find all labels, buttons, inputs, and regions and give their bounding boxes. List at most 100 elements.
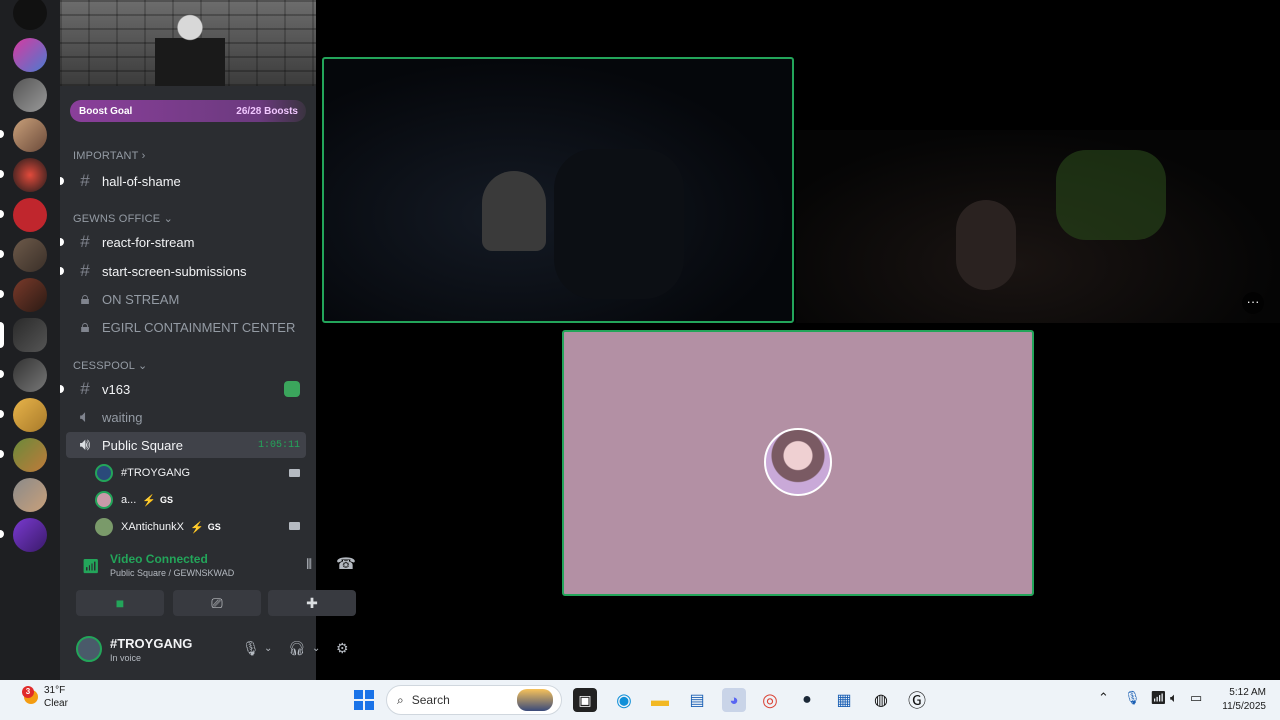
unread-pill xyxy=(0,410,4,418)
windows-logo-icon xyxy=(354,690,374,710)
category-cesspool[interactable]: CESSPOOL ⌄ xyxy=(73,359,147,372)
server-icon-home[interactable] xyxy=(13,0,47,30)
steam-icon[interactable]: ● xyxy=(795,688,819,712)
voice-status-subtitle[interactable]: Public Square / GEWNSKWAD xyxy=(110,568,234,578)
edge-icon[interactable]: ◉ xyxy=(612,688,636,712)
channel-label: start-screen-submissions xyxy=(102,263,247,279)
weather-widget[interactable]: 3 31°F Clear xyxy=(22,684,68,710)
clock-date: 11/5/2025 xyxy=(1222,701,1266,712)
headphones-icon[interactable]: 🎧︎ xyxy=(288,640,306,657)
notepad-icon[interactable]: ▦ xyxy=(832,688,856,712)
wifi-icon[interactable]: 📶︎ xyxy=(1150,690,1167,706)
bolt-icon: ⚡ xyxy=(189,521,204,534)
unread-pill xyxy=(0,210,4,218)
microphone-icon[interactable]: 🎙︎ xyxy=(1124,690,1141,706)
taskbar-search[interactable]: ⌕ Search xyxy=(386,685,562,715)
disconnect-icon[interactable]: ☎︎ xyxy=(336,554,356,574)
unread-dot xyxy=(60,177,64,185)
file-explorer-icon[interactable]: ▬ xyxy=(648,688,672,712)
avatar[interactable] xyxy=(76,636,102,662)
channel-label: v163 xyxy=(102,381,131,397)
store-icon[interactable]: ▤ xyxy=(685,688,709,712)
server-icon-1[interactable] xyxy=(13,38,47,72)
chrome-icon[interactable]: ◎ xyxy=(758,688,782,712)
server-icon-7[interactable] xyxy=(13,278,47,312)
search-icon: ⌕ xyxy=(397,692,404,707)
sun-icon: 3 xyxy=(22,686,38,704)
unread-pill xyxy=(0,130,4,138)
voice-connection-panel: 📶︎ Video Connected Public Square / GEWNS… xyxy=(68,544,358,626)
audio-only-tile[interactable] xyxy=(562,330,1034,596)
server-icon-2[interactable] xyxy=(13,78,47,112)
task-view-icon[interactable]: ▣ xyxy=(573,688,597,712)
video-tile[interactable] xyxy=(796,130,1280,323)
channel-public-square[interactable]: 🔊︎ Public Square 1:05:11 xyxy=(66,432,306,458)
server-icon-3[interactable] xyxy=(13,118,47,152)
activity-icon[interactable] xyxy=(284,381,300,397)
g-app-icon[interactable]: Ⓖ xyxy=(905,688,929,712)
channel-egirl-containment-center[interactable]: 🔒︎ EGIRL CONTAINMENT CENTER xyxy=(66,314,306,340)
channel-on-stream[interactable]: 🔒︎ ON STREAM xyxy=(66,286,306,312)
channel-waiting[interactable]: 🔈︎ waiting xyxy=(66,404,306,430)
clock[interactable]: 5:12 AM 11/5/2025 xyxy=(1214,686,1266,714)
start-button[interactable] xyxy=(352,688,376,712)
server-icon-12[interactable] xyxy=(13,478,47,512)
user-panel: #TROYGANG In voice 🎙︎ ⌄ 🎧︎ ⌄ ⚙ xyxy=(68,628,368,674)
call-timer: 1:05:11 xyxy=(257,439,300,451)
channel-start-screen-submissions[interactable]: # start-screen-submissions xyxy=(60,258,306,284)
lock-icon: 🔒︎ xyxy=(80,289,90,308)
obs-icon[interactable]: ◍ xyxy=(869,688,893,712)
video-icon: ■ xyxy=(115,595,125,611)
server-banner xyxy=(60,0,316,86)
camera-icon xyxy=(289,469,300,477)
channel-label: hall-of-shame xyxy=(102,173,181,189)
activities-button[interactable]: ✚ xyxy=(268,590,356,616)
hash-icon: # xyxy=(80,171,90,190)
category-important[interactable]: IMPORTANT › xyxy=(73,150,145,162)
server-icon-9[interactable] xyxy=(13,358,47,392)
clock-time: 5:12 AM xyxy=(1229,687,1266,698)
battery-icon[interactable]: ▭ xyxy=(1190,690,1202,706)
voice-user-name: XAntichunkX xyxy=(121,521,184,533)
user-name[interactable]: #TROYGANG xyxy=(110,636,192,651)
video-tile-speaking[interactable] xyxy=(322,57,794,323)
unread-dot xyxy=(60,238,64,246)
voice-status-title[interactable]: Video Connected xyxy=(110,552,208,566)
chevron-up-icon[interactable]: ⌃ xyxy=(1098,690,1109,706)
server-icon-4[interactable] xyxy=(13,158,47,192)
category-gewns-office[interactable]: GEWNS OFFICE ⌄ xyxy=(73,212,173,225)
hash-icon: # xyxy=(80,232,90,251)
chevron-down-icon[interactable]: ⌄ xyxy=(264,643,272,654)
speaker-icon: 🔊︎ xyxy=(79,435,91,454)
server-icon-6[interactable] xyxy=(13,238,47,272)
hash-icon: # xyxy=(80,261,90,280)
gear-icon[interactable]: ⚙ xyxy=(336,640,349,657)
server-icon-5[interactable] xyxy=(13,198,47,232)
camera-button[interactable]: ■ xyxy=(76,590,164,616)
unread-pill xyxy=(0,370,4,378)
voice-user[interactable]: a... ⚡ GS xyxy=(95,488,173,512)
noise-suppression-icon[interactable]: ⦀ xyxy=(306,556,312,573)
screen-share-button[interactable]: ⎚ xyxy=(173,590,261,616)
channel-react-for-stream[interactable]: # react-for-stream xyxy=(60,229,306,255)
server-icon-13[interactable] xyxy=(13,518,47,552)
server-icon-11[interactable] xyxy=(13,438,47,472)
boost-goal-bar[interactable]: Boost Goal 26/28 Boosts xyxy=(70,100,306,122)
volume-icon[interactable]: 🔈︎ xyxy=(1170,690,1178,706)
server-icon-10[interactable] xyxy=(13,398,47,432)
voice-user[interactable]: XAntichunkX ⚡ GS xyxy=(95,515,221,539)
channel-hall-of-shame[interactable]: # hall-of-shame xyxy=(60,168,306,194)
voice-user[interactable]: #TROYGANG xyxy=(95,461,190,485)
signal-icon: 📶︎ xyxy=(82,558,100,574)
discord-icon[interactable]: ◕ xyxy=(722,688,746,712)
voice-user-name: a... xyxy=(121,494,137,506)
channel-v163[interactable]: # v163 xyxy=(60,376,306,402)
weather-desc: Clear xyxy=(44,698,68,709)
server-icon-gewnskwad[interactable] xyxy=(13,318,47,352)
person-silhouette xyxy=(482,171,546,251)
chevron-down-icon[interactable]: ⌄ xyxy=(312,643,320,654)
bolt-icon: ⚡ xyxy=(142,494,156,507)
more-options-button[interactable]: ··· xyxy=(1242,292,1264,314)
microphone-icon[interactable]: 🎙︎ xyxy=(242,640,260,657)
screen-share-icon: ⎚ xyxy=(211,594,223,611)
